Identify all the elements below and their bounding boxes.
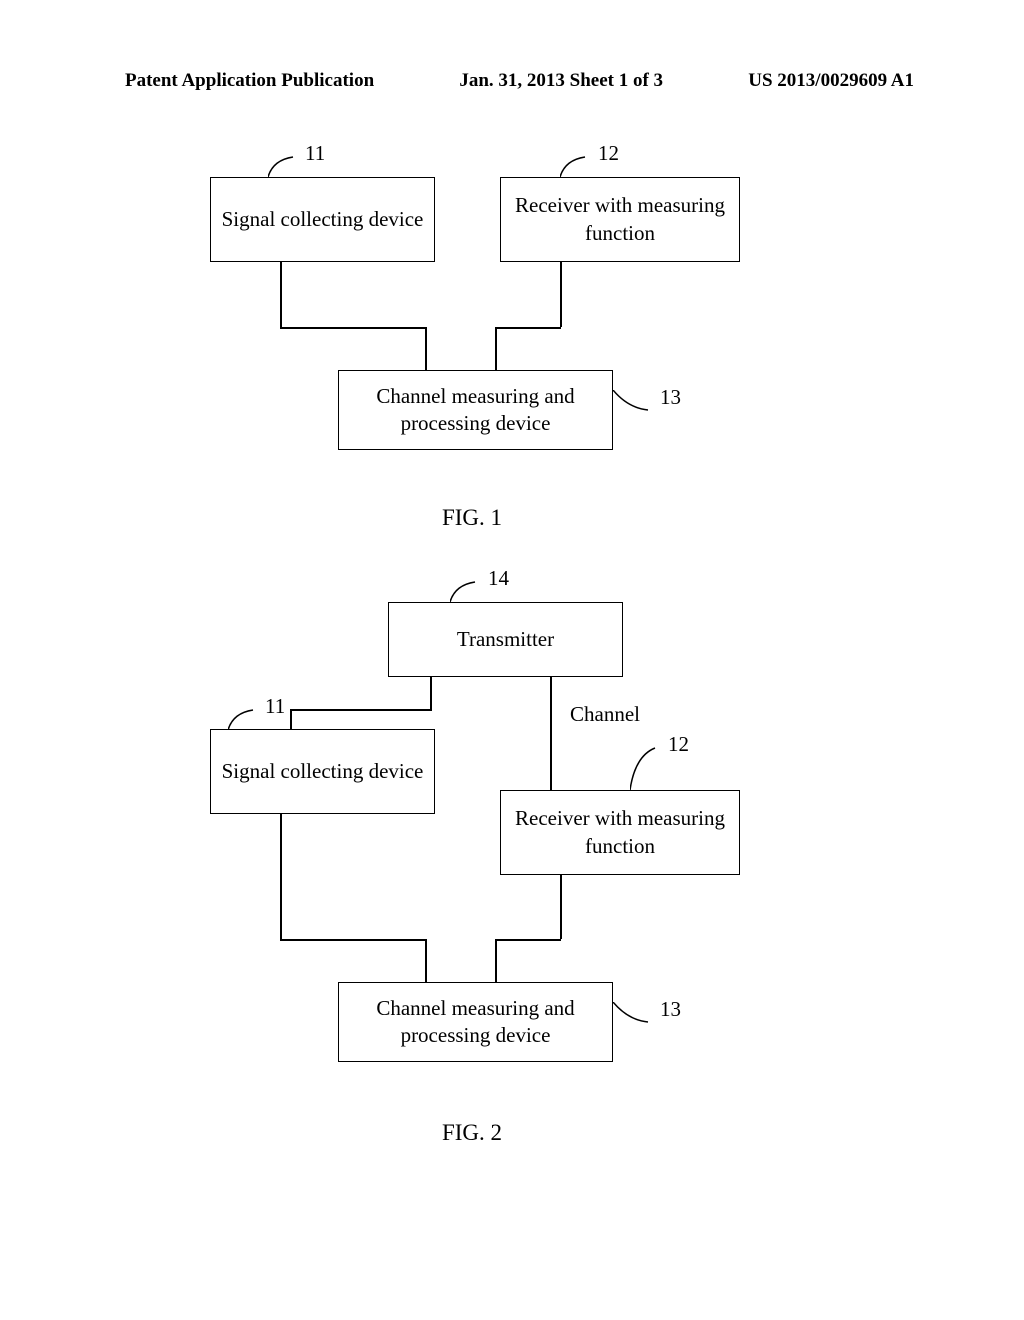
connector-12-to-13-f2 (495, 939, 497, 982)
header-left: Patent Application Publication (125, 70, 374, 92)
box-12-text: Receiver with measuring function (509, 192, 731, 247)
connector-12-down (560, 262, 562, 327)
fig1-box-12: Receiver with measuring function (500, 177, 740, 262)
leader-14 (450, 580, 480, 602)
fig2-box-11: Signal collecting device (210, 729, 435, 814)
label-11: 11 (305, 141, 325, 166)
fig1-box-13: Channel measuring and processing device (338, 370, 613, 450)
label-14: 14 (488, 566, 509, 591)
connector-11-to-13-f2 (425, 939, 427, 982)
box-13-text-f2: Channel measuring and processing device (347, 995, 604, 1050)
connector-11-to-13 (425, 327, 427, 370)
page-header: Patent Application Publication Jan. 31, … (0, 0, 1024, 92)
label-13: 13 (660, 385, 681, 410)
fig2-box-12: Receiver with measuring function (500, 790, 740, 875)
leader-13-f2 (613, 1002, 653, 1032)
connector-11-down (280, 262, 282, 327)
connector-14-left-v (430, 677, 432, 709)
header-center: Jan. 31, 2013 Sheet 1 of 3 (459, 70, 663, 92)
fig2-box-14: Transmitter (388, 602, 623, 677)
connector-12-to-13 (495, 327, 497, 370)
label-13-f2: 13 (660, 997, 681, 1022)
fig1-caption: FIG. 1 (0, 505, 984, 531)
leader-12-f2 (630, 746, 660, 790)
box-11-text: Signal collecting device (222, 206, 424, 233)
label-12: 12 (598, 141, 619, 166)
label-channel: Channel (570, 702, 640, 727)
label-12-f2: 12 (668, 732, 689, 757)
box-11-text-f2: Signal collecting device (222, 758, 424, 785)
connector-12-h (495, 327, 561, 329)
box-12-text-f2: Receiver with measuring function (509, 805, 731, 860)
leader-11 (268, 155, 298, 177)
connector-12-h-f2 (495, 939, 561, 941)
box-14-text: Transmitter (457, 626, 554, 653)
connector-12-down-f2 (560, 875, 562, 939)
connector-14-right (550, 677, 552, 790)
connector-14-left-h (290, 709, 432, 711)
fig2-box-13: Channel measuring and processing device (338, 982, 613, 1062)
fig1-box-11: Signal collecting device (210, 177, 435, 262)
header-right: US 2013/0029609 A1 (748, 70, 914, 92)
leader-13 (613, 390, 653, 420)
leader-12 (560, 155, 590, 177)
connector-11-h (280, 327, 425, 329)
fig2-caption: FIG. 2 (0, 1120, 984, 1146)
connector-11-down-f2 (280, 814, 282, 939)
leader-11-f2 (228, 708, 258, 730)
label-11-f2: 11 (265, 694, 285, 719)
connector-11-h-f2 (280, 939, 425, 941)
connector-14-to-11 (290, 709, 292, 729)
box-13-text: Channel measuring and processing device (347, 383, 604, 438)
